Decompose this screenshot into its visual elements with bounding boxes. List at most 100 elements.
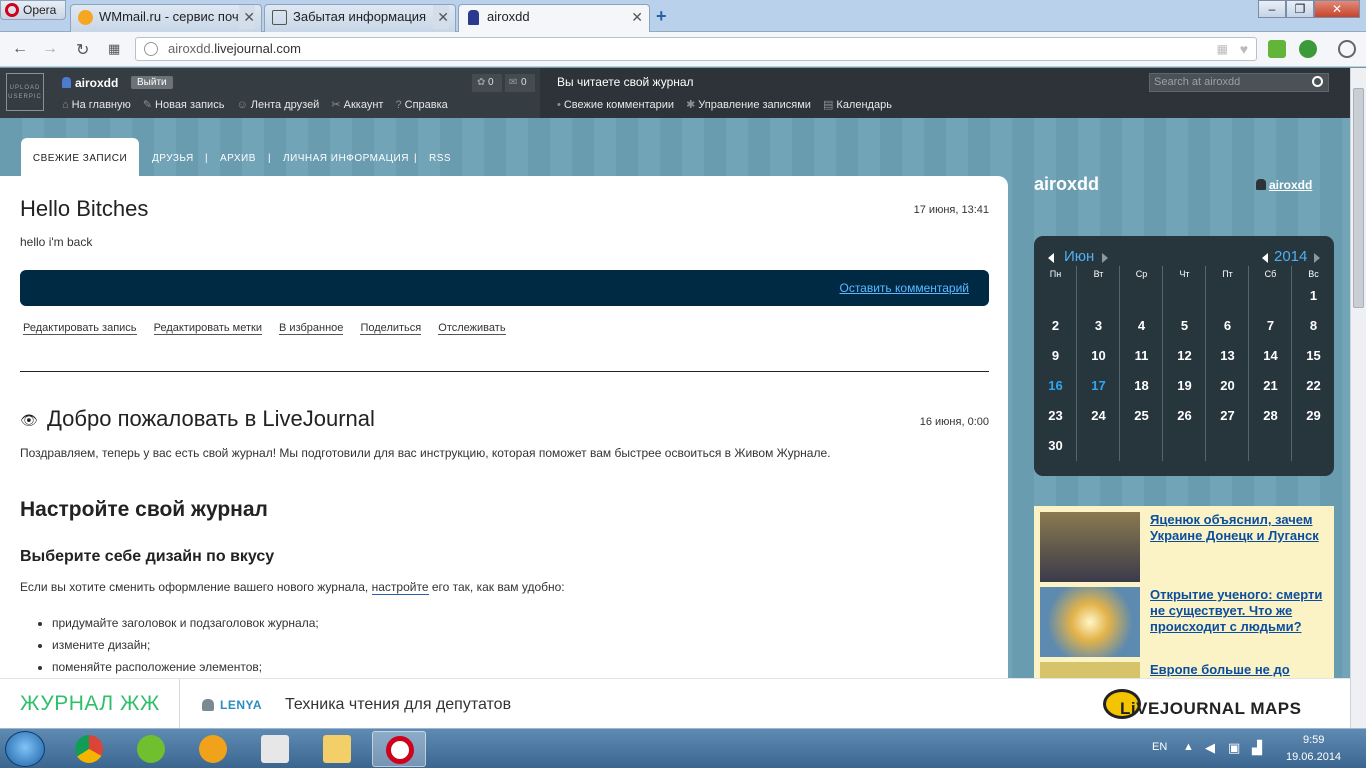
journal-search-input[interactable]: Search at airoxdd [1149,73,1329,92]
logout-button[interactable]: Выйти [131,76,173,89]
paragraph-text: его так, как вам удобно: [428,580,565,594]
news-link[interactable]: Открытие ученого: смерти не существует. … [1150,587,1332,635]
menu-label: Справка [404,99,448,111]
taskbar-explorer[interactable] [310,731,364,767]
taskbar-opera[interactable] [372,731,426,767]
extension-icon[interactable] [1299,40,1317,58]
heart-icon[interactable]: ♥ [1240,38,1248,60]
track-link[interactable]: Отслеживать [438,322,506,335]
calendar-day: 26 [1177,408,1192,423]
clock-time[interactable]: 9:59 [1303,734,1324,746]
menu-account[interactable]: ✂ Аккаунт [331,99,383,111]
post-intro: Поздравляем, теперь у вас есть свой журн… [20,446,831,460]
menu-home[interactable]: ⌂ На главную [62,99,131,111]
maximize-button[interactable]: ❐ [1286,0,1314,18]
submenu-fresh-comments[interactable]: • Свежие комментарии [557,99,674,111]
edit-post-link[interactable]: Редактировать запись [23,322,137,335]
close-window-button[interactable]: ✕ [1314,0,1360,18]
news-thumbnail[interactable] [1040,587,1140,657]
news-link[interactable]: Яценюк объяснил, зачем Украине Донецк и … [1150,512,1332,544]
taskbar-aimp[interactable] [186,731,240,767]
tab-rss[interactable]: RSS [429,138,451,176]
featured-post-link[interactable]: Техника чтения для депутатов [285,696,511,714]
stash-icon[interactable]: ▦ [1217,38,1228,60]
menu-new-post[interactable]: ✎ Новая запись [143,99,225,111]
close-tab-icon[interactable]: ✕ [239,5,255,29]
next-year-arrow-icon[interactable] [1314,253,1320,263]
tray-arrow-icon[interactable]: ▲ [1183,741,1194,753]
forward-arrow-icon[interactable]: → [42,40,58,58]
scrollbar-thumb[interactable] [1353,88,1364,308]
post-title[interactable]: Hello Bitches [20,196,148,222]
post-title[interactable]: Добро пожаловать в LiveJournal [47,406,375,432]
submenu-manage-posts[interactable]: ✱ Управление записями [686,99,811,111]
calendar-year[interactable]: 2014 [1274,248,1307,265]
taskbar-utorrent[interactable] [124,731,178,767]
download-icon[interactable] [1268,40,1286,58]
messages-counter[interactable]: ✉ 0 [505,74,535,92]
aimp-icon [199,735,227,763]
news-thumbnail[interactable] [1040,512,1140,582]
header-menu: ⌂ На главную ✎ Новая запись ☺ Лента друзей … [62,98,457,111]
signal-icon[interactable]: ▟ [1252,740,1262,756]
menu-friends-feed[interactable]: ☺ Лента друзей [237,99,320,111]
counter-value: 0 [488,77,494,88]
minimize-button[interactable]: – [1258,0,1286,18]
close-tab-icon[interactable]: ✕ [631,5,643,29]
tab-friends[interactable]: ДРУЗЬЯ [152,138,194,176]
reload-icon[interactable]: ↻ [76,40,89,60]
customize-link[interactable]: настройте [371,580,429,595]
language-indicator[interactable]: EN [1152,741,1167,753]
username-text: airoxdd [75,76,119,90]
start-button[interactable] [5,731,45,767]
lj-maps-link[interactable]: LiVEJOURNAL MAPS [1120,699,1302,719]
back-arrow-icon[interactable]: ← [12,40,28,58]
upload-userpic-logo[interactable]: UPLOAD USERPIC [6,73,44,111]
calendar-column [1249,266,1292,461]
friends-icon: ☺ [236,99,248,111]
tab-recent-entries[interactable]: СВЕЖИЕ ЗАПИСИ [21,138,139,176]
calendar-day: 18 [1134,378,1149,393]
calendar-month[interactable]: Июн [1064,248,1094,265]
calendar-day: 11 [1134,348,1149,363]
add-favorite-link[interactable]: В избранное [279,322,344,335]
search-icon[interactable] [1312,76,1323,87]
submenu-calendar[interactable]: ▤ Календарь [823,99,892,111]
share-link[interactable]: Поделиться [360,322,422,335]
edit-tags-link[interactable]: Редактировать метки [153,322,262,335]
calendar-day[interactable]: 16 [1034,378,1077,393]
list-item: измените дизайн; [52,638,319,652]
notifications-counter[interactable]: ✿ 0 [472,74,502,92]
tab-airoxdd[interactable]: airoxdd ✕ [458,4,650,33]
post-body: hello i'm back [20,235,93,249]
prev-year-arrow-icon[interactable] [1262,253,1268,263]
sidebar-user-link[interactable]: airoxdd [1256,178,1312,192]
prev-month-arrow-icon[interactable] [1048,253,1054,263]
user-icon [202,699,214,711]
volume-icon[interactable]: ◀ [1205,740,1215,756]
tab-profile[interactable]: ЛИЧНАЯ ИНФОРМАЦИЯ [283,138,409,176]
menu-help[interactable]: ? Справка [396,99,448,111]
network-icon[interactable]: ▣ [1228,740,1240,756]
speed-dial-icon[interactable]: ▦ [108,41,120,57]
opera-menu-button[interactable]: Opera [0,0,66,20]
bottom-user-link[interactable]: LENYA [202,698,262,712]
downloads-menu-icon[interactable] [1338,40,1356,58]
tab-wmmail[interactable]: WMmail.ru - сервис почт ✕ [70,4,262,32]
lj-brand-link[interactable]: ЖУРНАЛ ЖЖ [20,692,160,716]
news-link[interactable]: Европе больше не до [1150,662,1332,678]
news-thumbnail[interactable] [1040,662,1140,678]
leave-comment-link[interactable]: Оставить комментарий [839,281,969,295]
tab-archive[interactable]: АРХИВ [220,138,256,176]
tab-forgotten-info[interactable]: Забытая информация ✕ [264,4,456,32]
url-field[interactable]: airoxdd.livejournal.com ♥ ▦ [135,37,1257,61]
clock-date[interactable]: 19.06.2014 [1286,751,1341,763]
taskbar-chrome[interactable] [62,731,116,767]
page-scrollbar[interactable] [1350,68,1366,728]
calendar-day[interactable]: 17 [1077,378,1120,393]
header-username[interactable]: airoxdd [62,76,118,90]
new-tab-button[interactable]: + [656,6,667,27]
taskbar-solitaire[interactable] [248,731,302,767]
close-tab-icon[interactable]: ✕ [433,5,449,29]
next-month-arrow-icon[interactable] [1102,253,1108,263]
